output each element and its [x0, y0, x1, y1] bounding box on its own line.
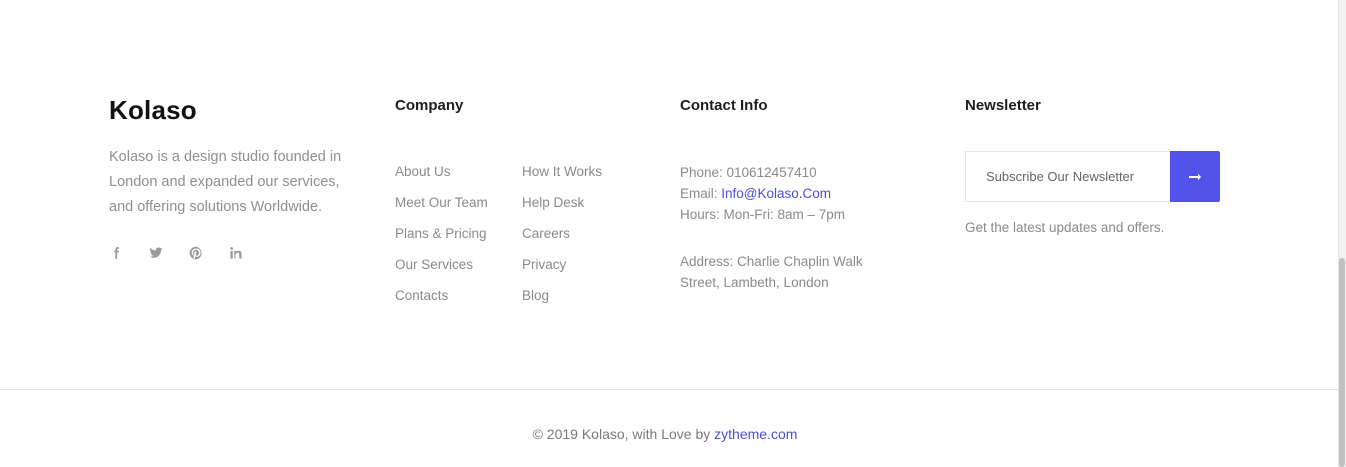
- brand-column: Kolaso Kolaso is a design studio founded…: [109, 95, 359, 264]
- footer-main: Kolaso Kolaso is a design studio founded…: [0, 0, 1338, 390]
- arrow-right-icon: [1189, 173, 1201, 180]
- facebook-icon[interactable]: [109, 242, 149, 264]
- company-title: Company: [395, 97, 464, 114]
- brand-description: Kolaso is a design studio founded in Lon…: [109, 149, 342, 215]
- newsletter-note: Get the latest updates and offers.: [965, 220, 1165, 235]
- brand-logo[interactable]: Kolaso: [109, 95, 359, 125]
- contact-details: Phone: 010612457410 Email: Info@Kolaso.C…: [680, 162, 920, 225]
- link-meet-our-team[interactable]: Meet Our Team: [395, 195, 522, 226]
- contact-email-label: Email:: [680, 186, 722, 201]
- contact-address: Address: Charlie Chaplin Walk Street, La…: [680, 254, 863, 290]
- subscribe-form: [965, 151, 1220, 202]
- company-links-left: About Us Meet Our Team Plans & Pricing O…: [395, 164, 522, 319]
- link-contacts[interactable]: Contacts: [395, 288, 522, 319]
- copyright: © 2019 Kolaso, with Love by zytheme.com: [0, 425, 1330, 443]
- zytheme-link[interactable]: zytheme.com: [714, 426, 797, 442]
- link-plans-pricing[interactable]: Plans & Pricing: [395, 226, 522, 257]
- contact-email-link[interactable]: Info@Kolaso.Com: [721, 186, 831, 201]
- link-blog[interactable]: Blog: [522, 288, 649, 319]
- copyright-text: © 2019 Kolaso, with Love by: [532, 426, 715, 442]
- newsletter-email-input[interactable]: [965, 151, 1170, 202]
- contact-hours: Hours: Mon-Fri: 8am – 7pm: [680, 207, 846, 222]
- company-links-right: How It Works Help Desk Careers Privacy B…: [522, 164, 649, 319]
- contact-phone: Phone: 010612457410: [680, 165, 817, 180]
- scrollbar-thumb[interactable]: [1339, 258, 1345, 467]
- scrollbar-track[interactable]: [1338, 0, 1346, 467]
- subscribe-button[interactable]: [1170, 151, 1220, 202]
- pinterest-icon[interactable]: [189, 242, 229, 264]
- link-about-us[interactable]: About Us: [395, 164, 522, 195]
- contact-title: Contact Info: [680, 97, 768, 114]
- link-privacy[interactable]: Privacy: [522, 257, 649, 288]
- company-links: About Us Meet Our Team Plans & Pricing O…: [395, 164, 655, 319]
- linkedin-icon[interactable]: [229, 242, 269, 264]
- social-links: [109, 242, 359, 264]
- newsletter-title: Newsletter: [965, 97, 1041, 114]
- contact-email-row: Email: Info@Kolaso.Com: [680, 183, 920, 204]
- contact-column: Contact Info Phone: 010612457410 Email: …: [680, 95, 920, 293]
- link-how-it-works[interactable]: How It Works: [522, 164, 649, 195]
- link-careers[interactable]: Careers: [522, 226, 649, 257]
- link-our-services[interactable]: Our Services: [395, 257, 522, 288]
- newsletter-column: Newsletter Get the latest updates and of…: [965, 95, 1225, 236]
- twitter-icon[interactable]: [149, 242, 189, 264]
- company-column: Company About Us Meet Our Team Plans & P…: [395, 95, 655, 319]
- footer-divider: [0, 389, 1338, 390]
- link-help-desk[interactable]: Help Desk: [522, 195, 649, 226]
